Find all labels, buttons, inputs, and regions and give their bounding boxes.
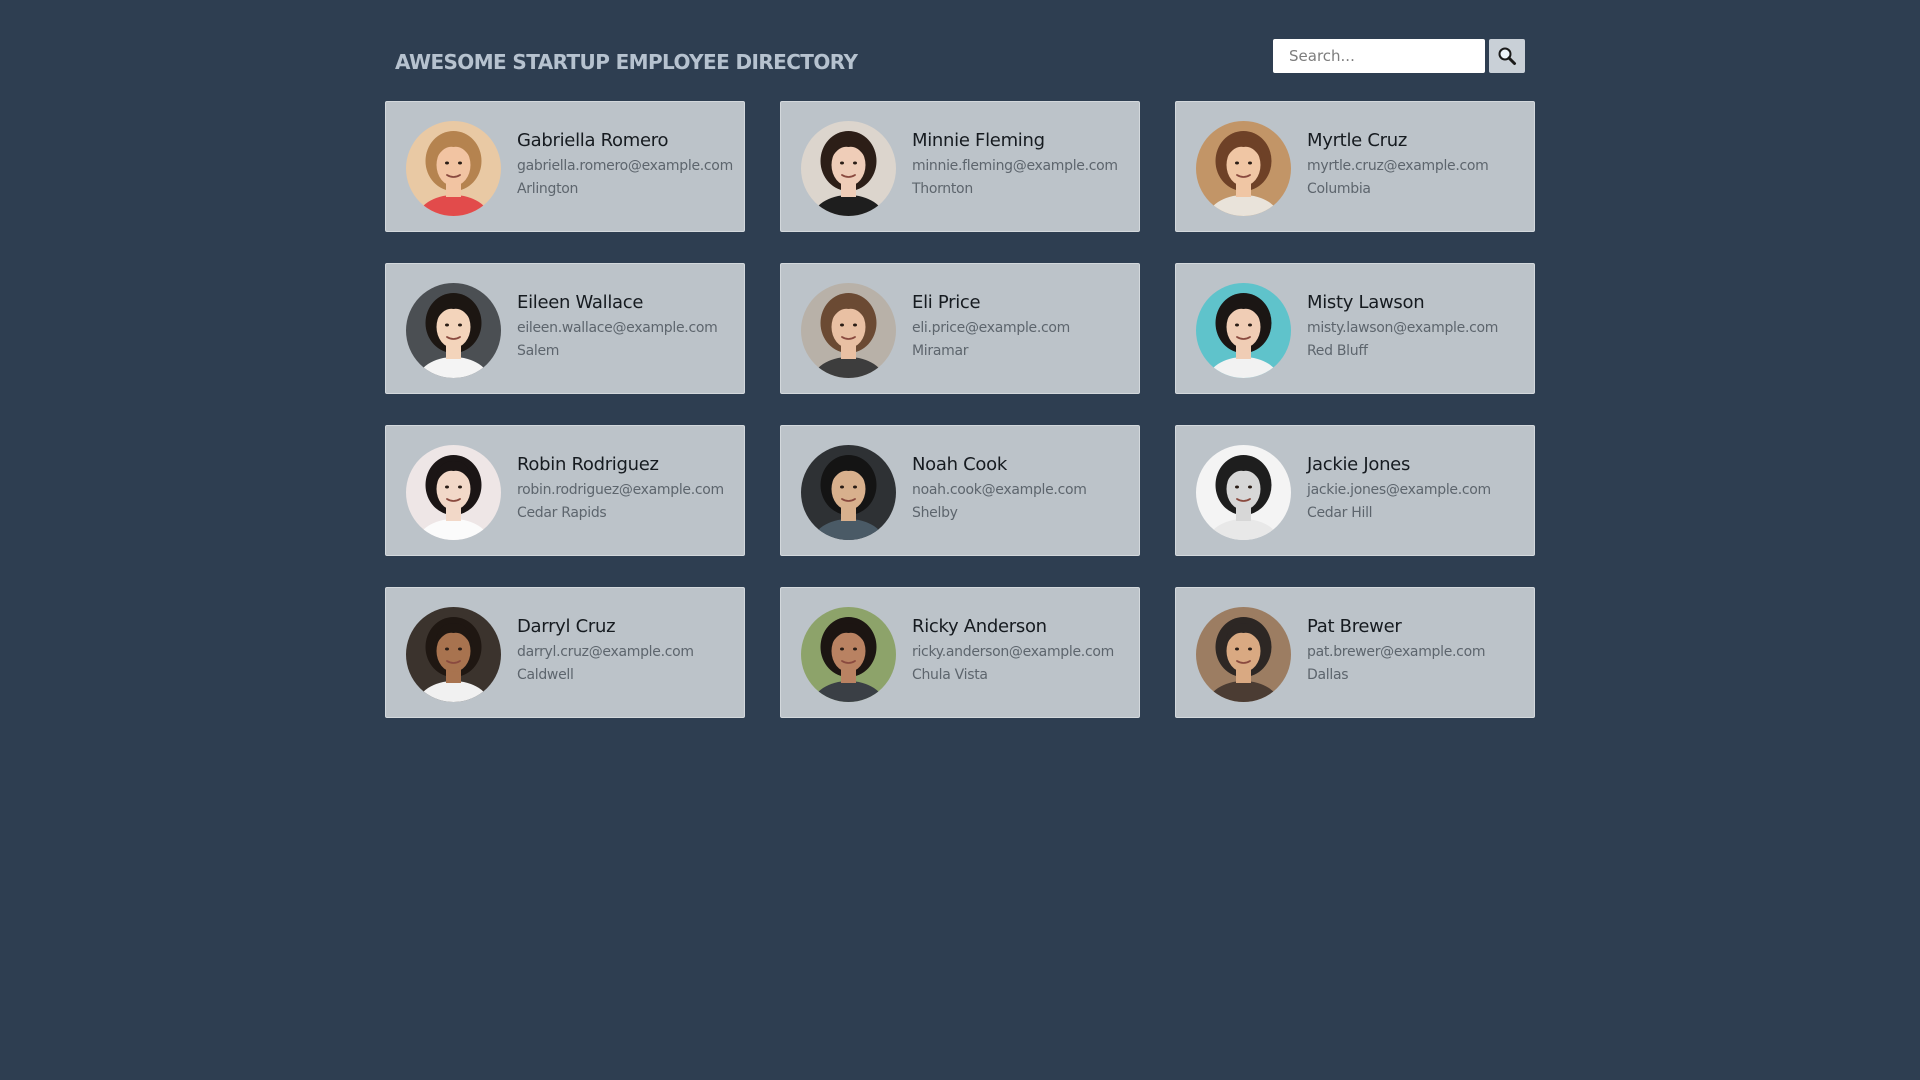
- avatar: [801, 607, 896, 702]
- employee-card[interactable]: Eli Price eli.price@example.com Miramar: [780, 263, 1140, 394]
- employee-info: Darryl Cruz darryl.cruz@example.com Cald…: [517, 616, 740, 684]
- employee-email: gabriella.romero@example.com: [517, 158, 733, 174]
- employee-info: Noah Cook noah.cook@example.com Shelby: [912, 454, 1135, 522]
- employee-city: Red Bluff: [1307, 343, 1368, 359]
- employee-email: myrtle.cruz@example.com: [1307, 158, 1489, 174]
- employee-card[interactable]: Misty Lawson misty.lawson@example.com Re…: [1175, 263, 1535, 394]
- employee-info: Misty Lawson misty.lawson@example.com Re…: [1307, 292, 1530, 360]
- search-input[interactable]: [1273, 39, 1485, 73]
- employee-city: Salem: [517, 343, 560, 359]
- avatar: [406, 283, 501, 378]
- employee-email: pat.brewer@example.com: [1307, 644, 1486, 660]
- employee-info: Minnie Fleming minnie.fleming@example.co…: [912, 130, 1135, 198]
- employee-city: Arlington: [517, 181, 579, 197]
- employee-name: Eileen Wallace: [517, 292, 644, 313]
- employee-name: Minnie Fleming: [912, 130, 1045, 151]
- employee-name: Ricky Anderson: [912, 616, 1047, 637]
- employee-name: Robin Rodriguez: [517, 454, 659, 475]
- employee-card[interactable]: Eileen Wallace eileen.wallace@example.co…: [385, 263, 745, 394]
- employee-email: eileen.wallace@example.com: [517, 320, 718, 336]
- employee-email: minnie.fleming@example.com: [912, 158, 1118, 174]
- avatar: [406, 607, 501, 702]
- employee-email: robin.rodriguez@example.com: [517, 482, 724, 498]
- employee-name: Darryl Cruz: [517, 616, 616, 637]
- employee-info: Eileen Wallace eileen.wallace@example.co…: [517, 292, 740, 360]
- avatar: [406, 121, 501, 216]
- employee-card[interactable]: Jackie Jones jackie.jones@example.com Ce…: [1175, 425, 1535, 556]
- page-title: AWESOME STARTUP EMPLOYEE DIRECTORY: [395, 50, 858, 74]
- employee-name: Noah Cook: [912, 454, 1007, 475]
- avatar: [1196, 607, 1291, 702]
- employee-info: Eli Price eli.price@example.com Miramar: [912, 292, 1135, 360]
- employee-card[interactable]: Pat Brewer pat.brewer@example.com Dallas: [1175, 587, 1535, 718]
- employee-email: darryl.cruz@example.com: [517, 644, 694, 660]
- employee-city: Dallas: [1307, 667, 1349, 683]
- avatar: [801, 283, 896, 378]
- page: AWESOME STARTUP EMPLOYEE DIRECTORY Searc…: [0, 0, 1920, 1080]
- employee-email: jackie.jones@example.com: [1307, 482, 1491, 498]
- employee-city: Caldwell: [517, 667, 574, 683]
- employee-name: Myrtle Cruz: [1307, 130, 1407, 151]
- avatar: [1196, 121, 1291, 216]
- employee-card[interactable]: Robin Rodriguez robin.rodriguez@example.…: [385, 425, 745, 556]
- avatar: [1196, 283, 1291, 378]
- search-form: [1273, 39, 1525, 73]
- employee-city: Thornton: [912, 181, 973, 197]
- avatar: [801, 445, 896, 540]
- employee-city: Miramar: [912, 343, 969, 359]
- employee-city: Columbia: [1307, 181, 1371, 197]
- employee-email: misty.lawson@example.com: [1307, 320, 1499, 336]
- employee-info: Jackie Jones jackie.jones@example.com Ce…: [1307, 454, 1530, 522]
- employee-info: Pat Brewer pat.brewer@example.com Dallas: [1307, 616, 1530, 684]
- employee-city: Chula Vista: [912, 667, 988, 683]
- employee-info: Robin Rodriguez robin.rodriguez@example.…: [517, 454, 740, 522]
- search-button[interactable]: [1489, 39, 1525, 73]
- employee-name: Pat Brewer: [1307, 616, 1402, 637]
- employee-card[interactable]: Ricky Anderson ricky.anderson@example.co…: [780, 587, 1140, 718]
- employee-city: Cedar Rapids: [517, 505, 607, 521]
- employee-card[interactable]: Gabriella Romero gabriella.romero@exampl…: [385, 101, 745, 232]
- employee-card[interactable]: Noah Cook noah.cook@example.com Shelby: [780, 425, 1140, 556]
- employee-card[interactable]: Minnie Fleming minnie.fleming@example.co…: [780, 101, 1140, 232]
- avatar: [406, 445, 501, 540]
- employee-city: Cedar Hill: [1307, 505, 1373, 521]
- search-icon: [1498, 47, 1516, 65]
- employee-info: Myrtle Cruz myrtle.cruz@example.com Colu…: [1307, 130, 1530, 198]
- employee-email: eli.price@example.com: [912, 320, 1070, 336]
- employee-name: Misty Lawson: [1307, 292, 1425, 313]
- employee-name: Eli Price: [912, 292, 981, 313]
- employee-city: Shelby: [912, 505, 958, 521]
- employee-info: Ricky Anderson ricky.anderson@example.co…: [912, 616, 1135, 684]
- employee-info: Gabriella Romero gabriella.romero@exampl…: [517, 130, 740, 198]
- employee-card[interactable]: Darryl Cruz darryl.cruz@example.com Cald…: [385, 587, 745, 718]
- employee-email: noah.cook@example.com: [912, 482, 1087, 498]
- avatar: [1196, 445, 1291, 540]
- employee-card[interactable]: Myrtle Cruz myrtle.cruz@example.com Colu…: [1175, 101, 1535, 232]
- employee-name: Jackie Jones: [1307, 454, 1411, 475]
- employee-email: ricky.anderson@example.com: [912, 644, 1114, 660]
- employee-name: Gabriella Romero: [517, 130, 669, 151]
- avatar: [801, 121, 896, 216]
- header: AWESOME STARTUP EMPLOYEE DIRECTORY: [385, 36, 1525, 86]
- employee-gallery: Gabriella Romero gabriella.romero@exampl…: [385, 101, 1535, 718]
